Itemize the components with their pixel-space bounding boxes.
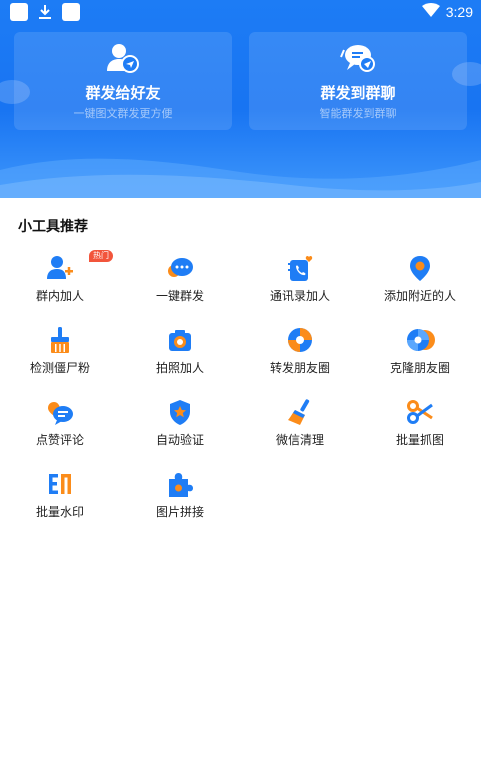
- location-pin-icon: [406, 254, 434, 282]
- tool-label: 通讯录加人: [269, 289, 330, 303]
- tool-zombie-detect[interactable]: 检测僵尸粉: [0, 322, 120, 382]
- contacts-icon: [286, 254, 314, 282]
- tool-nearby-add[interactable]: 添加附近的人: [360, 250, 480, 310]
- tool-group-add[interactable]: 热门 群内加人: [0, 250, 120, 310]
- section-title: 小工具推荐: [18, 219, 88, 235]
- tool-one-key-send[interactable]: 一键群发: [120, 250, 240, 310]
- moments-share-icon: [286, 326, 314, 354]
- tool-batch-watermark[interactable]: 批量水印: [0, 466, 120, 526]
- header-banner: 群发给好友 一键图文群发更方便 群发到群聊 智能群发到群聊: [0, 0, 481, 198]
- tool-label: 转发朋友圈: [269, 361, 330, 375]
- scissors-icon: [406, 398, 434, 426]
- broom-icon: [46, 326, 74, 354]
- tool-label: 批量抓图: [395, 433, 444, 447]
- wifi-icon: [421, 2, 440, 21]
- notification-icon: [10, 3, 28, 21]
- tool-label: 拍照加人: [155, 361, 204, 375]
- download-icon: [36, 3, 54, 21]
- camera-icon: [166, 326, 194, 354]
- card-subtitle: 一键图文群发更方便: [73, 107, 173, 120]
- tool-label: 自动验证: [155, 433, 204, 447]
- tool-label: 图片拼接: [155, 505, 204, 519]
- tool-contacts-add[interactable]: 通讯录加人: [240, 250, 360, 310]
- notification-icon: [62, 3, 80, 21]
- watermark-icon: [46, 470, 74, 498]
- mass-send-groups-card[interactable]: 群发到群聊 智能群发到群聊: [249, 32, 467, 130]
- users-send-icon: [106, 42, 140, 78]
- tool-label: 微信清理: [275, 433, 324, 447]
- status-bar: 3:29: [0, 0, 481, 24]
- tool-moments-forward[interactable]: 转发朋友圈: [240, 322, 360, 382]
- mass-send-friends-card[interactable]: 群发给好友 一键图文群发更方便: [14, 32, 232, 130]
- tool-photo-add[interactable]: 拍照加人: [120, 322, 240, 382]
- chat-send-icon: [340, 42, 376, 78]
- tool-label: 检测僵尸粉: [29, 361, 90, 375]
- moments-clone-icon: [406, 326, 435, 354]
- tool-label: 一键群发: [155, 289, 204, 303]
- tool-label: 添加附近的人: [383, 289, 456, 303]
- card-subtitle: 智能群发到群聊: [319, 107, 397, 120]
- puzzle-icon: [166, 470, 194, 498]
- status-time: 3:29: [445, 3, 473, 20]
- group-add-icon: [46, 254, 74, 282]
- tool-image-stitch[interactable]: 图片拼接: [120, 466, 240, 526]
- tool-auto-verify[interactable]: 自动验证: [120, 394, 240, 454]
- tool-moments-clone[interactable]: 克隆朋友圈: [360, 322, 480, 382]
- like-comment-icon: [46, 398, 74, 426]
- clean-brush-icon: [286, 398, 314, 426]
- tool-label: 群内加人: [35, 289, 84, 303]
- shield-star-icon: [166, 398, 194, 426]
- tool-wechat-clean[interactable]: 微信清理: [240, 394, 360, 454]
- chat-bubble-icon: [166, 254, 194, 282]
- card-title: 群发到群聊: [320, 84, 396, 102]
- tool-like-comment[interactable]: 点赞评论: [0, 394, 120, 454]
- hot-badge: 热门: [89, 250, 113, 262]
- tool-label: 批量水印: [35, 505, 84, 519]
- tool-batch-grab[interactable]: 批量抓图: [360, 394, 480, 454]
- card-title: 群发给好友: [85, 84, 161, 102]
- tool-label: 点赞评论: [35, 433, 84, 447]
- tool-label: 克隆朋友圈: [389, 361, 450, 375]
